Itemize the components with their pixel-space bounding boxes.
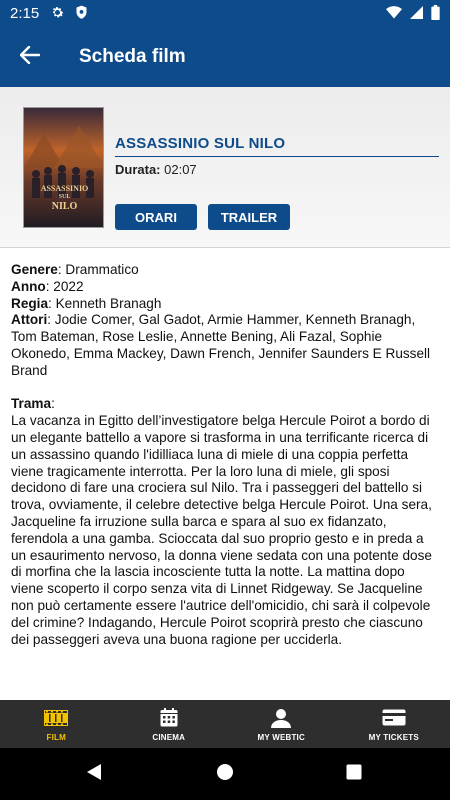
poster-title-line3: NILO	[51, 201, 78, 212]
status-icons-left	[50, 5, 88, 25]
cast-label: Attori	[11, 312, 48, 328]
battery-icon	[431, 5, 440, 25]
year-row: Anno: 2022	[11, 279, 439, 296]
orari-button[interactable]: ORARI	[115, 204, 197, 230]
year-value: : 2022	[45, 278, 84, 294]
duration-value: 02:07	[160, 162, 197, 177]
nav-label-my-webtic: MY WEBTIC	[257, 732, 305, 742]
nav-item-my-tickets[interactable]: MY TICKETS	[338, 700, 450, 748]
arrow-back-icon	[19, 45, 41, 69]
person-icon	[271, 707, 292, 729]
system-home-button[interactable]	[213, 762, 237, 786]
film-icon	[44, 707, 69, 729]
movie-title: ASSASSINIO SUL NILO	[115, 135, 286, 152]
director-value: : Kenneth Branagh	[48, 295, 162, 311]
plot-heading: Trama:	[11, 396, 439, 413]
movie-header: ASSASSINIO SUL NILO ASSASSINIO SUL NILO …	[0, 87, 450, 248]
card-icon	[382, 707, 406, 729]
title-divider	[115, 156, 439, 157]
movie-duration: Durata: 02:07	[115, 162, 197, 177]
nav-label-film: FILM	[46, 732, 66, 742]
system-navigation-bar	[0, 748, 450, 800]
wifi-icon	[386, 6, 402, 24]
nav-item-film[interactable]: FILM	[0, 700, 113, 748]
shield-icon	[75, 5, 88, 25]
cast-value: : Jodie Comer, Gal Gadot, Armie Hammer, …	[11, 312, 431, 378]
nav-label-my-tickets: MY TICKETS	[368, 732, 419, 742]
bottom-navigation: FILM CINEMA MY WEBTIC MY TICKETS	[0, 700, 450, 748]
nav-label-cinema: CINEMA	[152, 732, 186, 742]
movie-poster[interactable]: ASSASSINIO SUL NILO	[23, 107, 104, 228]
app-bar: Scheda film	[0, 27, 450, 87]
director-row: Regia: Kenneth Branagh	[11, 296, 439, 313]
genre-label: Genere	[11, 262, 58, 277]
plot-text: La vacanza in Egitto dell’investigatore …	[11, 413, 432, 647]
trailer-button[interactable]: TRAILER	[208, 204, 290, 230]
circle-home-icon	[216, 763, 234, 786]
triangle-back-icon	[86, 763, 102, 786]
director-label: Regia	[11, 295, 49, 311]
nav-item-cinema[interactable]: CINEMA	[113, 700, 226, 748]
genre-row: Genere: Drammatico	[11, 262, 439, 279]
duration-label: Durata:	[115, 162, 161, 177]
plot-colon: :	[51, 396, 55, 412]
page-title: Scheda film	[79, 46, 186, 67]
square-recents-icon	[346, 764, 362, 785]
settings-gear-icon	[50, 5, 65, 25]
status-icons-right	[386, 5, 440, 25]
calendar-icon	[160, 707, 178, 729]
plot-label: Trama	[11, 396, 52, 412]
genre-value: : Drammatico	[57, 262, 139, 277]
poster-title-line1: ASSASSINIO	[40, 184, 89, 193]
signal-icon	[410, 6, 423, 24]
poster-title: ASSASSINIO SUL NILO	[24, 184, 103, 212]
year-label: Anno	[11, 278, 46, 294]
system-back-button[interactable]	[82, 762, 106, 786]
back-button[interactable]	[12, 41, 48, 73]
nav-item-my-webtic[interactable]: MY WEBTIC	[225, 700, 338, 748]
status-time: 2:15	[10, 5, 40, 22]
cast-row: Attori: Jodie Comer, Gal Gadot, Armie Ha…	[11, 312, 439, 379]
status-bar: 2:15	[0, 0, 450, 27]
system-recents-button[interactable]	[342, 762, 366, 786]
movie-details: Genere: Drammatico Anno: 2022 Regia: Ken…	[11, 262, 439, 648]
